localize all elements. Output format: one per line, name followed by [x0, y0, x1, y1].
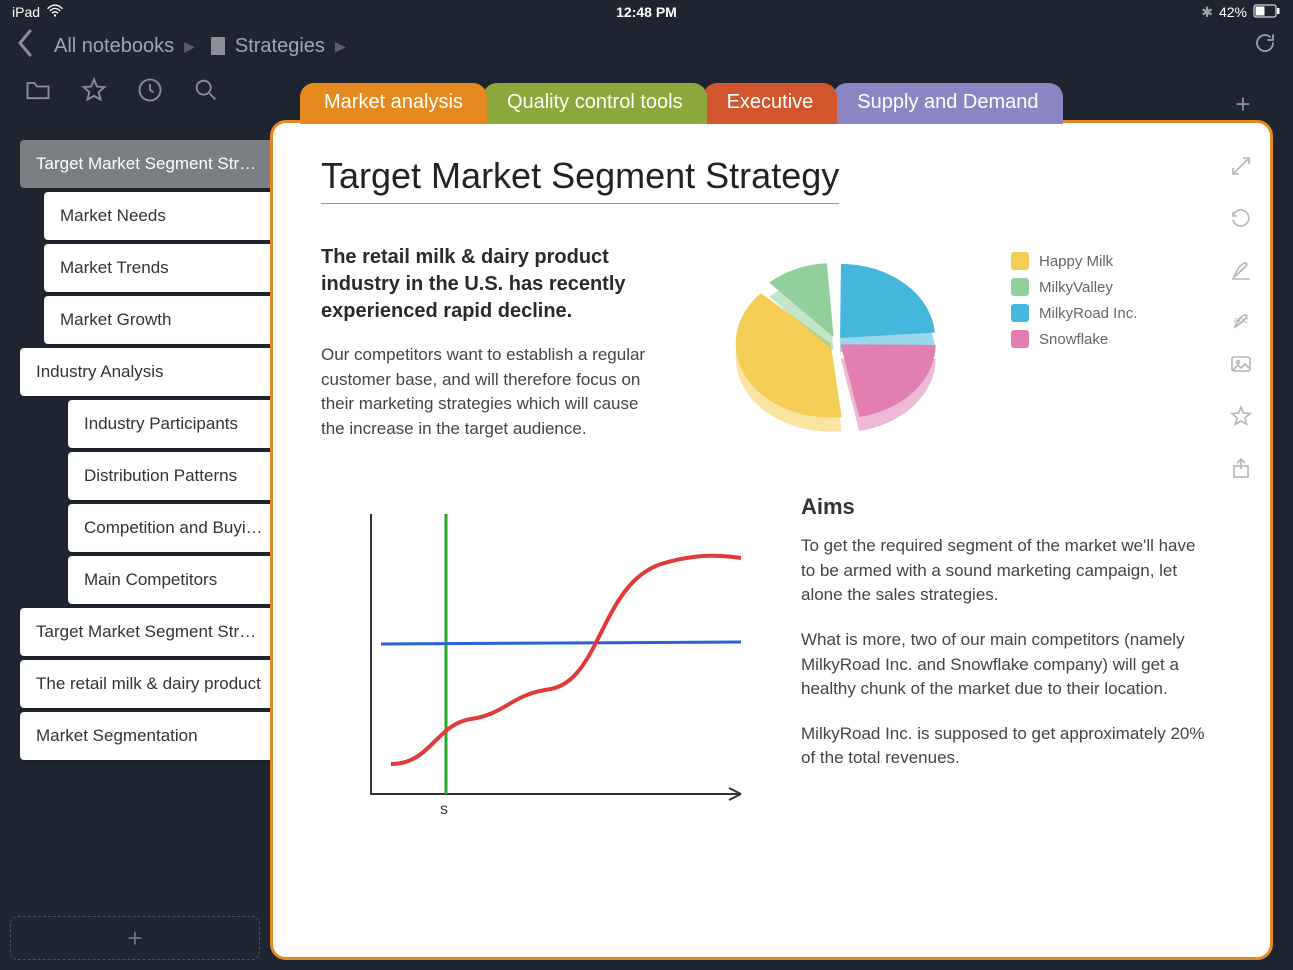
tab-supply-demand[interactable]: Supply and Demand — [833, 83, 1062, 124]
tab-label: Supply and Demand — [857, 91, 1038, 113]
wifi-icon — [46, 4, 64, 21]
tab-label: Market analysis — [324, 91, 463, 113]
add-tab-button[interactable]: + — [1223, 89, 1263, 124]
battery-icon — [1253, 4, 1281, 21]
legend-swatch — [1011, 252, 1029, 270]
outline-item[interactable]: Main Competitors — [68, 556, 280, 604]
breadcrumb-root[interactable]: All notebooks ▶ — [54, 35, 195, 58]
aims-paragraph: MilkyRoad Inc. is supposed to get approx… — [801, 722, 1210, 771]
breadcrumb-notebook-label: Strategies — [235, 35, 325, 58]
chart-legend: Happy Milk MilkyValley MilkyRoad Inc. Snowf… — [1011, 244, 1137, 356]
aims-heading: Aims — [801, 494, 1210, 520]
sketch-chart: s — [321, 494, 761, 824]
note-toolbar: abc — [1228, 153, 1254, 481]
back-button[interactable] — [16, 29, 34, 64]
chevron-right-icon: ▶ — [335, 38, 346, 55]
legend-item: Snowflake — [1011, 330, 1137, 348]
outline-item[interactable]: Target Market Segment Strategy — [20, 140, 280, 188]
share-icon[interactable] — [1228, 455, 1254, 481]
breadcrumb-notebook[interactable]: Strategies ▶ — [211, 35, 346, 58]
undo-icon[interactable] — [1228, 205, 1254, 231]
outline-item[interactable]: Industry Analysis — [20, 348, 280, 396]
outline-item[interactable]: Industry Participants — [68, 400, 280, 448]
sketch-axis-label: s — [440, 801, 448, 818]
favorite-icon[interactable] — [1228, 403, 1254, 429]
breadcrumb: All notebooks ▶ Strategies ▶ — [0, 24, 1293, 68]
legend-swatch — [1011, 278, 1029, 296]
tab-quality-control[interactable]: Quality control tools — [483, 83, 707, 124]
device-label: iPad — [12, 4, 40, 20]
tabs-row: Market analysis Quality control tools Ex… — [300, 82, 1263, 124]
legend-swatch — [1011, 330, 1029, 348]
tab-executive[interactable]: Executive — [703, 83, 838, 124]
legend-item: MilkyValley — [1011, 278, 1137, 296]
outline-item[interactable]: Market Trends — [44, 244, 280, 292]
bluetooth-icon: ✱ — [1201, 4, 1213, 21]
outline-item[interactable]: Market Segmentation — [20, 712, 280, 760]
legend-label: Happy Milk — [1039, 253, 1113, 270]
legend-label: MilkyRoad Inc. — [1039, 305, 1137, 322]
sync-button[interactable] — [1253, 31, 1277, 61]
aims-paragraph: What is more, two of our main competitor… — [801, 628, 1210, 702]
legend-label: Snowflake — [1039, 331, 1108, 348]
outline-sidebar: Target Market Segment StrategyMarket Nee… — [20, 140, 280, 764]
note-page: abc Target Market Segment Strategy The r… — [270, 120, 1273, 960]
legend-label: MilkyValley — [1039, 279, 1113, 296]
legend-item: MilkyRoad Inc. — [1011, 304, 1137, 322]
battery-percent: 42% — [1219, 4, 1247, 20]
tab-label: Executive — [727, 91, 814, 113]
chevron-right-icon: ▶ — [184, 38, 195, 55]
lead-paragraph: The retail milk & dairy product industry… — [321, 244, 661, 325]
body-paragraph: Our competitors want to establish a regu… — [321, 343, 661, 442]
outline-item[interactable]: Target Market Segment Strategy — [20, 608, 280, 656]
legend-item: Happy Milk — [1011, 252, 1137, 270]
outline-item[interactable]: Market Needs — [44, 192, 280, 240]
notebook-icon — [211, 37, 225, 55]
legend-swatch — [1011, 304, 1029, 322]
aims-paragraph: To get the required segment of the marke… — [801, 534, 1210, 608]
folder-icon[interactable] — [24, 76, 52, 109]
clock: 12:48 PM — [616, 4, 677, 20]
breadcrumb-root-label: All notebooks — [54, 35, 174, 58]
outline-item[interactable]: Competition and Buying — [68, 504, 280, 552]
tab-market-analysis[interactable]: Market analysis — [300, 83, 487, 124]
search-icon[interactable] — [192, 76, 220, 109]
outline-item[interactable]: Distribution Patterns — [68, 452, 280, 500]
tab-label: Quality control tools — [507, 91, 683, 113]
expand-icon[interactable] — [1228, 153, 1254, 179]
outline-item[interactable]: The retail milk & dairy product — [20, 660, 280, 708]
status-bar: iPad 12:48 PM ✱ 42% — [0, 0, 1293, 24]
page-title: Target Market Segment Strategy — [321, 155, 839, 204]
outline-item[interactable]: Market Growth — [44, 296, 280, 344]
pen-icon[interactable] — [1228, 257, 1254, 283]
history-icon[interactable] — [136, 76, 164, 109]
image-icon[interactable] — [1228, 351, 1254, 377]
star-icon[interactable] — [80, 76, 108, 109]
pie-chart — [691, 244, 991, 464]
add-note-button[interactable]: + — [10, 916, 260, 960]
